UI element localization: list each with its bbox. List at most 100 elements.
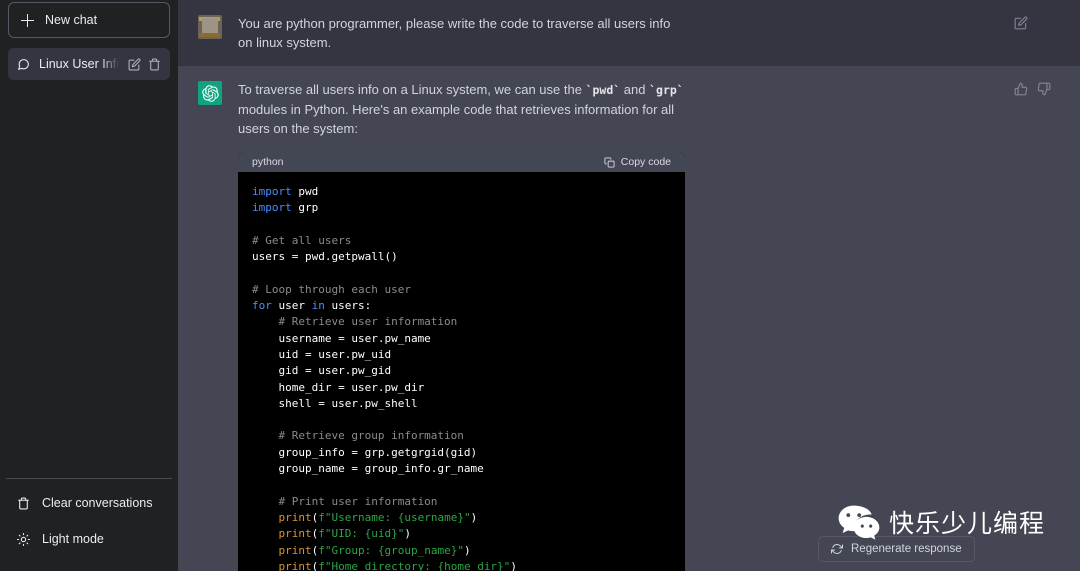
code-block-content[interactable]: import pwd import grp # Get all users user… bbox=[238, 172, 685, 571]
copy-code-button[interactable]: Copy code bbox=[604, 156, 671, 168]
code-line: uid = user.pw_uid bbox=[252, 347, 671, 363]
message-bubble-icon bbox=[17, 58, 30, 71]
assistant-message-row: To traverse all users info on a Linux sy… bbox=[178, 66, 1080, 571]
code-token: gid = user.pw_gid bbox=[252, 364, 392, 378]
plus-icon bbox=[21, 13, 34, 27]
chatgpt-app-window: New chat Linux User Info Travers bbox=[0, 0, 1080, 571]
code-token: f"Home directory: {home_dir}" bbox=[318, 559, 511, 571]
code-token: pwd bbox=[298, 185, 319, 198]
user-message-row: You are python programmer, please write … bbox=[178, 0, 1080, 66]
clear-conversations-button[interactable]: Clear conversations bbox=[6, 485, 172, 521]
code-line: home_dir = user.pw_dir bbox=[252, 380, 671, 396]
chatgpt-logo-icon bbox=[201, 84, 219, 102]
code-token: # Loop through each user bbox=[252, 282, 411, 296]
sun-icon bbox=[17, 532, 30, 546]
code-line: group_info = grp.getgrgid(gid) bbox=[252, 445, 671, 461]
user-message-text: You are python programmer, please write … bbox=[238, 16, 671, 50]
assistant-message-actions bbox=[1014, 80, 1080, 571]
code-line: users = pwd.getpwall() bbox=[252, 249, 671, 265]
assistant-text-part-3: modules in Python. Here's an example cod… bbox=[238, 102, 675, 136]
user-message-actions bbox=[1014, 14, 1080, 52]
code-token: ) bbox=[404, 527, 411, 541]
code-line: group_name = group_info.gr_name bbox=[252, 461, 671, 477]
assistant-avatar-column bbox=[178, 80, 238, 571]
code-line: print(f"Group: {group_name}") bbox=[252, 543, 671, 559]
copy-code-label: Copy code bbox=[620, 156, 671, 168]
code-line: gid = user.pw_gid bbox=[252, 363, 671, 379]
code-line: print(f"UID: {uid}") bbox=[252, 526, 671, 542]
code-token: # Retrieve group information bbox=[252, 429, 464, 443]
inline-code-grp: `grp` bbox=[649, 83, 684, 97]
code-token: f"UID: {uid}" bbox=[318, 527, 405, 541]
chat-list-item[interactable]: Linux User Info Travers bbox=[8, 48, 170, 80]
inline-code-pwd: `pwd` bbox=[585, 83, 621, 97]
code-token: group_name = group_info.gr_name bbox=[252, 462, 484, 476]
code-line: print(f"Home directory: {home_dir}") bbox=[252, 559, 671, 571]
code-token: print bbox=[278, 559, 312, 571]
light-mode-button[interactable]: Light mode bbox=[6, 521, 172, 557]
refresh-icon bbox=[831, 543, 843, 555]
light-mode-label: Light mode bbox=[42, 532, 104, 546]
code-token: for bbox=[252, 299, 279, 313]
regenerate-response-button[interactable]: Regenerate response bbox=[818, 536, 975, 562]
code-token: username = user.pw_name bbox=[252, 331, 431, 345]
user-message-content: You are python programmer, please write … bbox=[238, 14, 1014, 52]
assistant-text-part-2: and bbox=[620, 82, 650, 97]
code-token: ) bbox=[470, 510, 478, 524]
code-token: print bbox=[278, 510, 312, 524]
thumbs-down-icon[interactable] bbox=[1037, 82, 1051, 96]
assistant-message-content: To traverse all users info on a Linux sy… bbox=[238, 80, 1014, 571]
code-line: username = user.pw_name bbox=[252, 331, 671, 347]
code-line: # Print user information bbox=[252, 494, 671, 510]
code-token: print bbox=[278, 527, 312, 541]
sidebar-footer: Clear conversations Light mode bbox=[6, 478, 172, 557]
code-token: # Retrieve user information bbox=[252, 315, 458, 329]
code-token: import bbox=[252, 185, 299, 198]
code-line: # Retrieve user information bbox=[252, 314, 671, 330]
code-line: for user in users: bbox=[252, 298, 671, 314]
code-token: user bbox=[278, 299, 312, 313]
code-token: print bbox=[278, 543, 312, 557]
chat-history-list: Linux User Info Travers bbox=[8, 48, 170, 478]
code-line: import grp bbox=[252, 200, 671, 216]
sidebar: New chat Linux User Info Travers bbox=[0, 0, 178, 571]
code-token: # Get all users bbox=[252, 233, 352, 247]
chat-list-item-title: Linux User Info Travers bbox=[39, 57, 119, 71]
code-token: # Print user information bbox=[252, 494, 438, 508]
trash-icon[interactable] bbox=[148, 58, 161, 71]
code-token: users = pwd.getpwall() bbox=[252, 250, 398, 264]
code-token: home_dir = user.pw_dir bbox=[252, 380, 425, 394]
new-chat-label: New chat bbox=[45, 13, 98, 27]
chat-item-actions bbox=[128, 57, 161, 71]
pencil-icon[interactable] bbox=[128, 57, 141, 71]
code-token: f"Group: {group_name}" bbox=[318, 543, 464, 557]
code-token: grp bbox=[298, 201, 319, 215]
edit-icon[interactable] bbox=[1014, 16, 1028, 30]
trash-icon bbox=[17, 497, 30, 510]
clipboard-icon bbox=[604, 156, 615, 168]
new-chat-button[interactable]: New chat bbox=[8, 2, 170, 38]
clear-conversations-label: Clear conversations bbox=[42, 496, 153, 510]
code-block-header: python Copy code bbox=[238, 152, 685, 172]
code-token: ) bbox=[463, 543, 471, 557]
avatar bbox=[198, 81, 222, 105]
code-token: f"Username: {username}" bbox=[318, 510, 471, 524]
code-language-label: python bbox=[252, 156, 284, 168]
thumbs-up-icon[interactable] bbox=[1014, 82, 1028, 96]
assistant-message-text: To traverse all users info on a Linux sy… bbox=[238, 80, 688, 138]
code-token: shell = user.pw_shell bbox=[252, 396, 418, 410]
avatar bbox=[198, 15, 222, 39]
code-block: python Copy code import pwd import grp # … bbox=[238, 152, 685, 571]
code-token: import bbox=[252, 201, 299, 215]
code-token: uid = user.pw_uid bbox=[252, 347, 392, 361]
user-avatar-column bbox=[178, 14, 238, 52]
code-line: # Retrieve group information bbox=[252, 428, 671, 444]
regenerate-response-label: Regenerate response bbox=[851, 543, 962, 555]
